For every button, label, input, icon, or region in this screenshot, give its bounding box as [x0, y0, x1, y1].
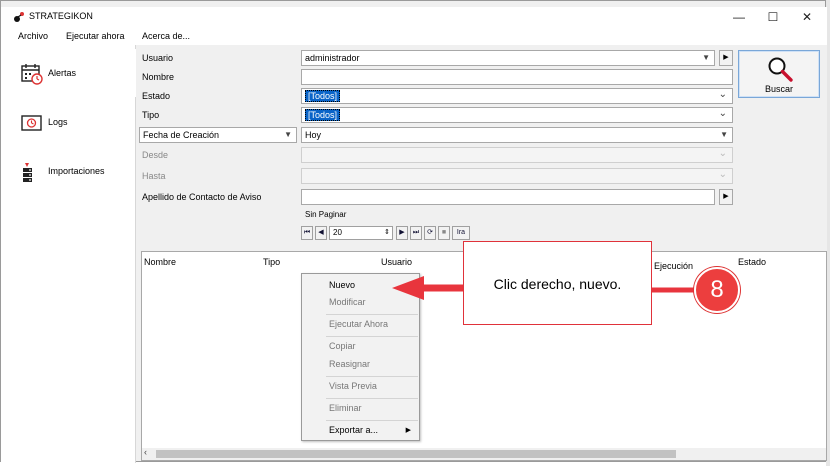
- import-icon: [23, 163, 32, 182]
- sidebar-item-logs[interactable]: Logs: [1, 98, 136, 146]
- calendar-alert-icon: [21, 64, 43, 85]
- usuario-select[interactable]: administrador ▼: [301, 50, 715, 66]
- chevron-down-icon: ⌄: [718, 169, 727, 180]
- pager-label: Sin Paginar: [305, 210, 347, 219]
- nombre-input[interactable]: [301, 69, 733, 85]
- column-header-nombre[interactable]: Nombre: [144, 257, 176, 267]
- horizontal-scrollbar[interactable]: ‹: [142, 447, 826, 460]
- sidebar: Alertas Logs Importaciones: [1, 45, 136, 463]
- tipo-select[interactable]: [Todos] ⌄: [301, 107, 733, 123]
- menu-acerca-de[interactable]: Acerca de...: [142, 31, 190, 41]
- callout-text: Clic derecho, nuevo.: [493, 276, 622, 292]
- menu-item-reasignar[interactable]: Reasignar: [329, 359, 370, 369]
- dropdown-arrow-icon: ▼: [284, 130, 292, 139]
- menu-item-modificar[interactable]: Modificar: [329, 297, 366, 307]
- filter-form: Usuario administrador ▼ ▶ Nombre Estado …: [137, 45, 827, 251]
- apellido-input[interactable]: [301, 189, 715, 205]
- last-page-button[interactable]: ⏭: [410, 226, 422, 240]
- estado-label: Estado: [142, 91, 171, 101]
- fecha-value: Hoy: [305, 130, 322, 140]
- menu-item-vista-previa[interactable]: Vista Previa: [329, 381, 377, 391]
- tipo-value: [Todos]: [305, 109, 341, 121]
- refresh-button[interactable]: ⟳: [424, 226, 436, 240]
- menu-item-eliminar[interactable]: Eliminar: [329, 403, 362, 413]
- menu-item-nuevo[interactable]: Nuevo: [329, 280, 355, 290]
- prev-page-button[interactable]: ◀: [315, 226, 327, 240]
- dropdown-arrow-icon: ▼: [702, 53, 710, 62]
- stop-button[interactable]: ■: [438, 226, 450, 240]
- desde-select[interactable]: ⌄: [301, 147, 733, 163]
- column-header-tipo[interactable]: Tipo: [263, 257, 280, 267]
- page-size-input[interactable]: 20 ⇕: [329, 226, 393, 240]
- callout-box: Clic derecho, nuevo.: [463, 241, 652, 325]
- fecha-select[interactable]: Hoy ▼: [301, 127, 733, 143]
- apellido-expand-button[interactable]: ▶: [719, 189, 733, 205]
- first-page-button[interactable]: ⏮: [301, 226, 313, 240]
- menu-separator: [326, 420, 418, 421]
- clock-log-icon: [21, 115, 42, 131]
- usuario-expand-button[interactable]: ▶: [719, 50, 733, 66]
- estado-select[interactable]: [Todos] ⌄: [301, 88, 733, 104]
- scroll-left-icon[interactable]: ‹: [144, 447, 147, 457]
- menu-separator: [326, 376, 418, 377]
- menu-item-copiar[interactable]: Copiar: [329, 341, 356, 351]
- menu-separator: [326, 314, 418, 315]
- hasta-label: Hasta: [142, 171, 166, 181]
- context-menu: Nuevo Modificar Ejecutar Ahora Copiar Re…: [301, 273, 420, 441]
- hasta-select[interactable]: ⌄: [301, 168, 733, 184]
- sidebar-item-label: Logs: [48, 117, 68, 127]
- menu-separator: [326, 336, 418, 337]
- chevron-down-icon: ⌄: [718, 89, 727, 100]
- menu-item-ejecutar-ahora[interactable]: Ejecutar Ahora: [329, 319, 388, 329]
- app-logo-icon: [14, 12, 24, 22]
- search-icon: [768, 57, 793, 82]
- column-header-ejecucion[interactable]: Ejecución: [654, 261, 693, 271]
- desde-label: Desde: [142, 150, 169, 160]
- column-header-usuario[interactable]: Usuario: [381, 257, 412, 267]
- tipo-label: Tipo: [142, 110, 160, 120]
- next-page-button[interactable]: ▶: [396, 226, 408, 240]
- sidebar-item-label: Importaciones: [48, 166, 105, 176]
- go-button[interactable]: Ira: [452, 226, 470, 240]
- menu-bar: Archivo Ejecutar ahora Acerca de...: [1, 27, 827, 45]
- fecha-tipo-value: Fecha de Creación: [143, 130, 220, 140]
- window-title: STRATEGIKON: [29, 11, 93, 21]
- title-bar: STRATEGIKON — ☐ ✕: [1, 7, 827, 27]
- scrollbar-thumb[interactable]: [156, 450, 676, 458]
- usuario-value: administrador: [305, 53, 360, 63]
- nombre-label: Nombre: [142, 72, 175, 82]
- estado-value: [Todos]: [305, 90, 341, 102]
- sidebar-item-alertas[interactable]: Alertas: [1, 49, 136, 97]
- buscar-label: Buscar: [764, 84, 793, 94]
- step-badge: 8: [694, 267, 740, 313]
- menu-archivo[interactable]: Archivo: [18, 31, 48, 41]
- chevron-down-icon: ⌄: [718, 108, 727, 119]
- menu-separator: [326, 398, 418, 399]
- column-header-estado[interactable]: Estado: [738, 257, 766, 267]
- apellido-label: Apellido de Contacto de Aviso: [142, 192, 262, 202]
- page-size-value: 20: [333, 228, 342, 237]
- sidebar-item-importaciones[interactable]: Importaciones: [1, 147, 136, 195]
- buscar-button[interactable]: Buscar: [738, 50, 820, 98]
- dropdown-arrow-icon: ▼: [720, 130, 728, 139]
- usuario-label: Usuario: [142, 53, 174, 63]
- menu-item-exportar[interactable]: Exportar a...: [329, 425, 378, 435]
- chevron-down-icon: ⌄: [718, 148, 727, 159]
- fecha-tipo-select[interactable]: Fecha de Creación ▼: [139, 127, 297, 143]
- close-button[interactable]: ✕: [787, 8, 827, 26]
- spinner-icon: ⇕: [384, 229, 390, 236]
- submenu-arrow-icon: ▶: [405, 427, 411, 434]
- menu-ejecutar-ahora[interactable]: Ejecutar ahora: [66, 31, 125, 41]
- sidebar-item-label: Alertas: [48, 68, 77, 78]
